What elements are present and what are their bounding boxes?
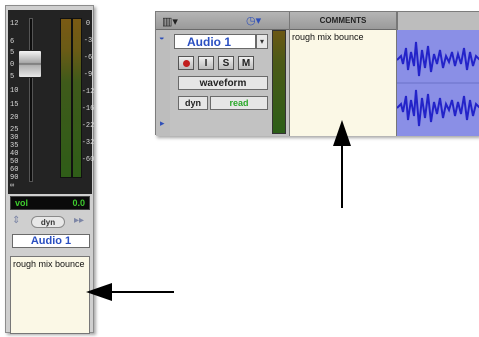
callout-arrow-left bbox=[104, 291, 174, 293]
mute-button[interactable]: M bbox=[238, 56, 254, 70]
timeline-ruler bbox=[397, 12, 479, 30]
automation-mode-select[interactable]: read bbox=[210, 96, 268, 110]
mix-channel-strip: 12 6 5 0 5 10 15 20 25 30 35 40 50 60 90… bbox=[5, 5, 94, 334]
fader-scale-label: 25 bbox=[10, 126, 19, 134]
level-meter-left bbox=[60, 18, 72, 178]
meter-scale-label: -22 bbox=[81, 122, 95, 130]
fader-scale: 12 6 5 0 5 10 15 20 25 30 35 40 50 60 90… bbox=[10, 20, 18, 190]
view-menu-icon[interactable]: ▥▾ bbox=[162, 15, 178, 28]
meter-scale: 0 -3 -6 -9 -12 -16 -22 -32 -60 bbox=[80, 20, 96, 164]
dyn-button[interactable]: dyn bbox=[178, 96, 208, 110]
meter-scale-label: -9 bbox=[83, 71, 93, 79]
fader-meter-section: 12 6 5 0 5 10 15 20 25 30 35 40 50 60 90… bbox=[8, 10, 94, 194]
record-enable-icon bbox=[183, 60, 190, 67]
record-enable-button[interactable] bbox=[178, 56, 194, 70]
fader-scale-label: 12 bbox=[10, 20, 19, 28]
track-view-select[interactable]: waveform bbox=[178, 76, 268, 90]
meter-scale-label: -60 bbox=[81, 156, 95, 164]
audio-region[interactable] bbox=[397, 30, 479, 136]
volume-fader[interactable] bbox=[18, 50, 42, 78]
solo-button[interactable]: S bbox=[218, 56, 234, 70]
input-monitor-button[interactable]: I bbox=[198, 56, 214, 70]
meter-scale-label: -32 bbox=[81, 139, 95, 147]
meter-scale-label: -3 bbox=[83, 37, 93, 45]
volume-readout[interactable]: vol 0.0 bbox=[10, 196, 90, 210]
edit-window: ▥▾ ◷▾ COMMENTS ◒ ▸ Audio 1 ▾ I S M wavef… bbox=[155, 11, 479, 136]
fader-scale-label: 60 bbox=[10, 166, 19, 174]
track-side-bar: ◒ ▸ bbox=[156, 30, 170, 136]
dropdown-arrow-icon[interactable]: ▾ bbox=[256, 34, 268, 49]
stepper-arrows-icon[interactable]: ⇕ bbox=[12, 215, 20, 226]
dyn-row: ⇕ dyn ▸▸ bbox=[8, 214, 93, 230]
volume-label: vol bbox=[15, 198, 29, 208]
comments-column-header: COMMENTS bbox=[289, 12, 397, 30]
dyn-button[interactable]: dyn bbox=[31, 216, 65, 228]
fader-scale-label: 90 bbox=[10, 174, 19, 182]
send-arrow-icon[interactable]: ▸▸ bbox=[74, 215, 84, 226]
fader-track[interactable] bbox=[29, 18, 33, 182]
fader-scale-label: ∞ bbox=[10, 182, 15, 190]
comments-text: rough mix bounce bbox=[13, 259, 85, 269]
fader-scale-label: 10 bbox=[10, 87, 19, 95]
fader-scale-label: 35 bbox=[10, 142, 19, 150]
track-expand-icon[interactable]: ▸ bbox=[160, 118, 165, 129]
track-options-icon[interactable]: ◒ bbox=[159, 32, 164, 42]
fader-scale-label: 6 bbox=[10, 38, 15, 46]
callout-arrow-up bbox=[341, 138, 343, 208]
track-name-field[interactable]: Audio 1 bbox=[12, 234, 90, 248]
comments-text: rough mix bounce bbox=[292, 32, 364, 42]
volume-value: 0.0 bbox=[72, 198, 85, 208]
fader-scale-label: 20 bbox=[10, 114, 19, 122]
meter-scale-label: -12 bbox=[81, 88, 95, 96]
fader-scale-label: 15 bbox=[10, 101, 19, 109]
track-name-field[interactable]: Audio 1 bbox=[174, 34, 256, 49]
fader-scale-label: 30 bbox=[10, 134, 19, 142]
track-level-meter bbox=[272, 30, 286, 134]
waveform-graphic bbox=[397, 30, 479, 136]
clock-icon[interactable]: ◷▾ bbox=[246, 14, 261, 27]
fader-scale-label: 50 bbox=[10, 158, 19, 166]
meter-scale-label: -6 bbox=[83, 54, 93, 62]
comments-field[interactable]: rough mix bounce bbox=[10, 256, 90, 334]
meter-scale-label: -16 bbox=[81, 105, 95, 113]
meter-scale-label: 0 bbox=[85, 20, 91, 28]
fader-scale-label: 40 bbox=[10, 150, 19, 158]
track-controls: ◒ ▸ Audio 1 ▾ I S M waveform dyn read bbox=[156, 30, 289, 136]
